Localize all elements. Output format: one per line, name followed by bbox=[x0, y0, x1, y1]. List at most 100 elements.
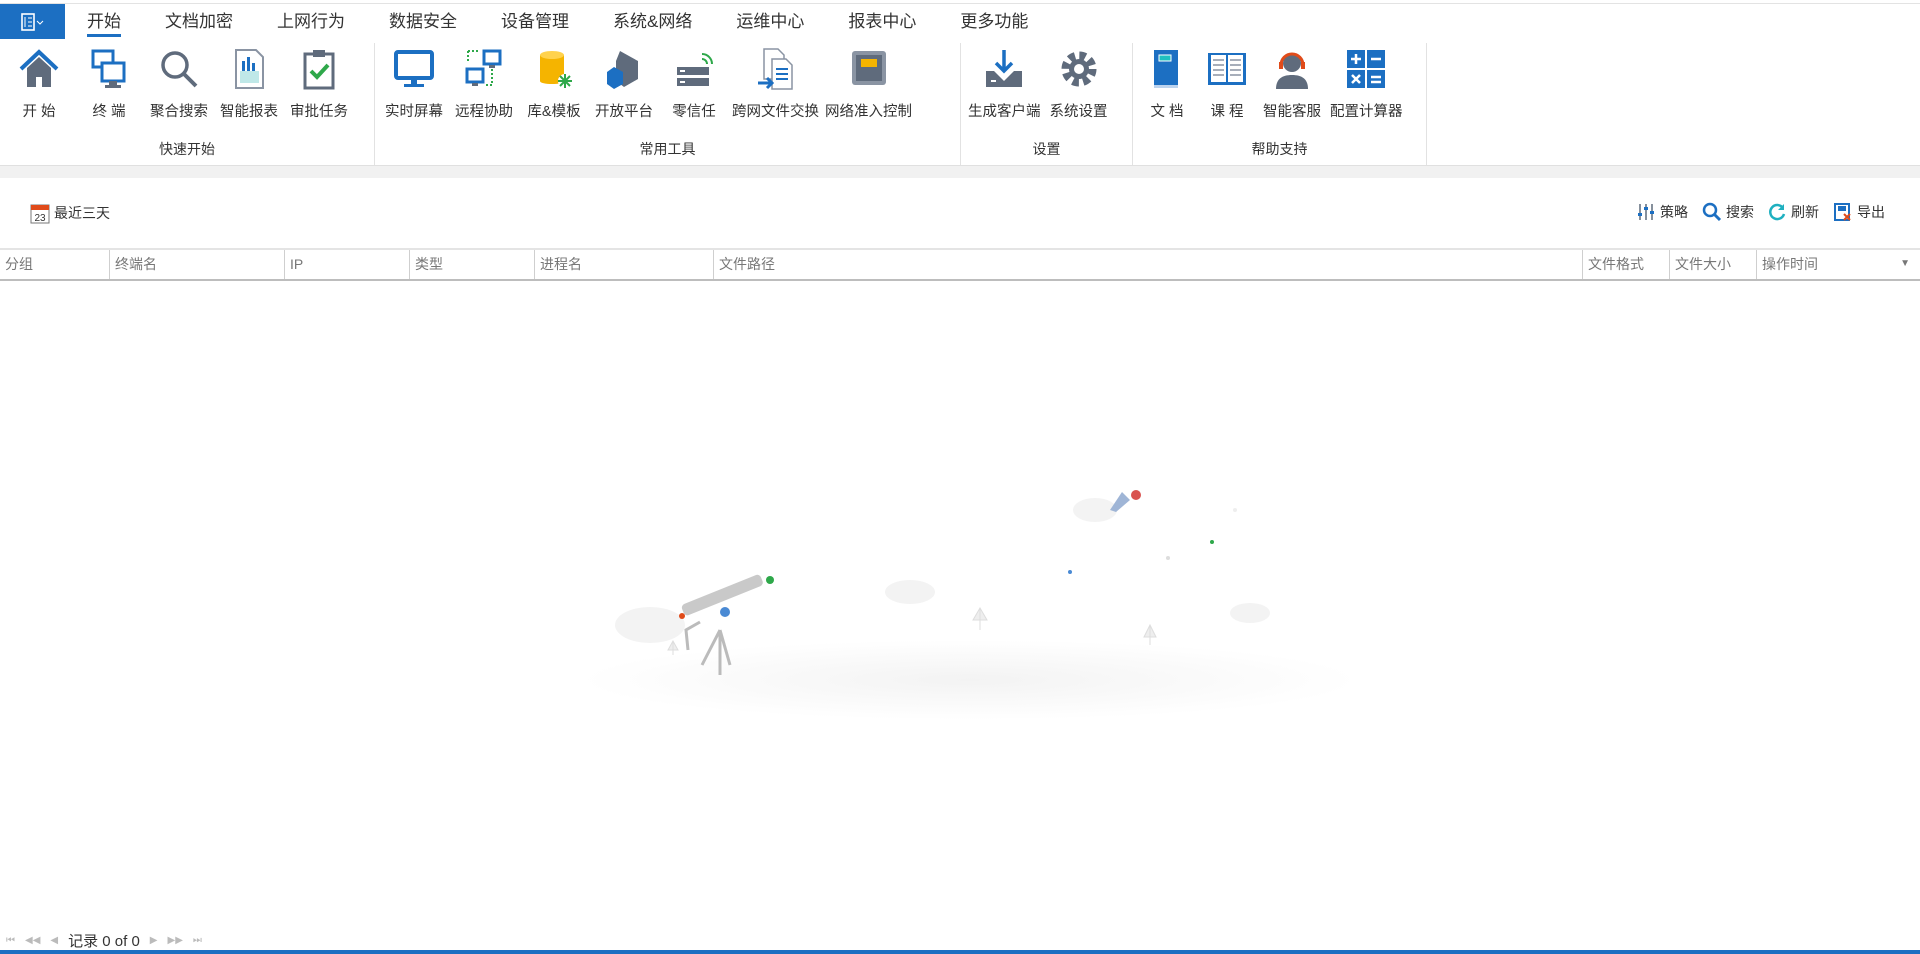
ribbon-cross-network-file-exchange[interactable]: 跨网文件交换 bbox=[729, 43, 822, 121]
pager: ⏮ ◀◀ ◀ 记录 0 of 0 ▶ ▶▶ ⏭ bbox=[6, 930, 202, 951]
strategy-button[interactable]: 策略 bbox=[1636, 202, 1688, 222]
group-label: 快速开始 bbox=[159, 141, 215, 157]
headset-agent-icon bbox=[1276, 52, 1308, 89]
group-common-tools: 实时屏幕 远程协助 库&模板 开放平台 零信任 跨网文件交换 网络准入控制 常用… bbox=[375, 43, 961, 165]
date-range-button[interactable]: 23 最近三天 bbox=[30, 202, 110, 224]
open-book-icon bbox=[1208, 53, 1246, 85]
tab-data-security[interactable]: 数据安全 bbox=[367, 4, 479, 39]
column-header-ip[interactable]: IP bbox=[284, 250, 409, 279]
ribbon-label: 实时屏幕 bbox=[385, 104, 443, 120]
ribbon-terminals[interactable]: 终 端 bbox=[74, 43, 144, 121]
ribbon-network-access-control[interactable]: 网络准入控制 bbox=[822, 43, 915, 121]
ribbon-label: 库&模板 bbox=[527, 104, 581, 120]
prev-block-icon[interactable]: ◀◀ bbox=[25, 935, 40, 946]
download-client-icon bbox=[986, 50, 1023, 87]
ribbon-live-screen[interactable]: 实时屏幕 bbox=[379, 43, 449, 121]
approval-clipboard-icon bbox=[303, 50, 335, 90]
refresh-button[interactable]: 刷新 bbox=[1767, 202, 1819, 222]
ribbon-documents[interactable]: 文 档 bbox=[1137, 43, 1197, 121]
ribbon-label: 审批任务 bbox=[290, 104, 348, 120]
tab-more-functions[interactable]: 更多功能 bbox=[938, 4, 1050, 39]
book-icon bbox=[1154, 50, 1178, 88]
column-header-process-name[interactable]: 进程名 bbox=[534, 250, 713, 279]
ribbon-label: 开 始 bbox=[22, 104, 56, 120]
column-header-file-format[interactable]: 文件格式 bbox=[1582, 250, 1669, 279]
column-header-group[interactable]: 分组 bbox=[0, 250, 109, 279]
record-count: 记录 0 of 0 bbox=[68, 933, 140, 950]
ribbon-courses[interactable]: 课 程 bbox=[1197, 43, 1257, 121]
ribbon-open-platform[interactable]: 开放平台 bbox=[589, 43, 659, 121]
column-header-file-size[interactable]: 文件大小 bbox=[1669, 250, 1756, 279]
tab-system-network[interactable]: 系统&网络 bbox=[591, 4, 714, 39]
export-icon bbox=[1834, 203, 1851, 221]
search-icon bbox=[161, 51, 198, 88]
ribbon-smart-report[interactable]: 智能报表 bbox=[214, 43, 284, 121]
search-button[interactable]: 搜索 bbox=[1702, 202, 1754, 222]
ribbon-library-templates[interactable]: 库&模板 bbox=[519, 43, 589, 121]
ribbon-remote-assist[interactable]: 远程协助 bbox=[449, 43, 519, 121]
calendar-day: 23 bbox=[34, 213, 46, 224]
next-block-icon[interactable]: ▶▶ bbox=[168, 935, 183, 946]
search-label: 搜索 bbox=[1726, 204, 1754, 220]
ribbon-label: 智能客服 bbox=[1263, 104, 1321, 120]
tab-start[interactable]: 开始 bbox=[65, 4, 143, 39]
gear-icon bbox=[1061, 51, 1096, 87]
ribbon-config-calculator[interactable]: 配置计算器 bbox=[1327, 43, 1406, 121]
tab-web-behavior[interactable]: 上网行为 bbox=[255, 4, 367, 39]
group-label: 设置 bbox=[1032, 141, 1061, 157]
toolbar: 23 最近三天 策略 搜索 刷新 导出 bbox=[0, 200, 1920, 228]
ribbon-system-settings[interactable]: 系统设置 bbox=[1044, 43, 1114, 121]
column-header-file-path[interactable]: 文件路径 bbox=[713, 250, 1582, 279]
ribbon-generate-client[interactable]: 生成客户端 bbox=[965, 43, 1044, 121]
column-header-terminal-name[interactable]: 终端名 bbox=[109, 250, 284, 279]
app-menu-button[interactable] bbox=[0, 4, 65, 39]
last-page-icon[interactable]: ⏭ bbox=[193, 935, 202, 946]
sliders-icon bbox=[1638, 204, 1654, 220]
ribbon-smart-customer-service[interactable]: 智能客服 bbox=[1257, 43, 1327, 121]
ribbon-label: 智能报表 bbox=[220, 104, 278, 120]
ribbon-approval-tasks[interactable]: 审批任务 bbox=[284, 43, 354, 121]
file-exchange-icon bbox=[757, 48, 793, 90]
group-settings: 生成客户端 系统设置 设置 bbox=[961, 43, 1133, 165]
remote-assist-icon bbox=[465, 49, 502, 86]
ribbon-label: 零信任 bbox=[672, 104, 716, 120]
status-bar-accent bbox=[0, 950, 1920, 954]
group-label: 帮助支持 bbox=[1251, 141, 1308, 157]
first-page-icon[interactable]: ⏮ bbox=[6, 935, 15, 946]
column-header-operation-time[interactable]: 操作时间 bbox=[1756, 250, 1920, 279]
refresh-label: 刷新 bbox=[1791, 204, 1819, 220]
ribbon-label: 终 端 bbox=[92, 104, 126, 120]
menu-bar: 开始 文档加密 上网行为 数据安全 设备管理 系统&网络 运维中心 报表中心 更… bbox=[0, 4, 1920, 39]
ribbon-menu-icon bbox=[20, 12, 43, 31]
ribbon-label: 系统设置 bbox=[1049, 104, 1108, 120]
date-range-label: 最近三天 bbox=[54, 205, 110, 221]
tab-device-management[interactable]: 设备管理 bbox=[479, 4, 591, 39]
group-quick-start: 开 始 终 端 聚合搜索 智能报表 审批任务 快速开始 bbox=[0, 43, 375, 165]
tab-ops-center[interactable]: 运维中心 bbox=[714, 4, 826, 39]
ribbon-start[interactable]: 开 始 bbox=[4, 43, 74, 121]
network-port-icon bbox=[851, 51, 886, 85]
terminals-icon bbox=[91, 49, 126, 88]
calendar-icon: 23 bbox=[30, 204, 50, 224]
tab-doc-encryption[interactable]: 文档加密 bbox=[143, 4, 255, 39]
next-page-icon[interactable]: ▶ bbox=[150, 935, 158, 946]
database-icon bbox=[540, 51, 572, 88]
ribbon-label: 聚合搜索 bbox=[150, 104, 208, 120]
ribbon-label: 生成客户端 bbox=[968, 104, 1041, 120]
empty-state-illustration bbox=[580, 490, 1350, 720]
sort-dropdown-icon[interactable]: ▼ bbox=[1900, 258, 1910, 269]
ribbon-zero-trust[interactable]: 零信任 bbox=[659, 43, 729, 121]
home-icon bbox=[19, 49, 59, 87]
prev-page-icon[interactable]: ◀ bbox=[50, 935, 58, 946]
zero-trust-server-icon bbox=[677, 53, 713, 86]
calculator-icon bbox=[1347, 50, 1386, 88]
ribbon-label: 网络准入控制 bbox=[825, 104, 912, 120]
group-label: 常用工具 bbox=[639, 141, 696, 157]
ribbon-label: 远程协助 bbox=[455, 104, 513, 120]
ribbon-separator-strip bbox=[0, 166, 1920, 178]
export-button[interactable]: 导出 bbox=[1833, 202, 1885, 222]
report-icon bbox=[235, 49, 264, 89]
ribbon-aggregate-search[interactable]: 聚合搜索 bbox=[144, 43, 214, 121]
column-header-type[interactable]: 类型 bbox=[409, 250, 534, 279]
tab-report-center[interactable]: 报表中心 bbox=[826, 4, 938, 39]
